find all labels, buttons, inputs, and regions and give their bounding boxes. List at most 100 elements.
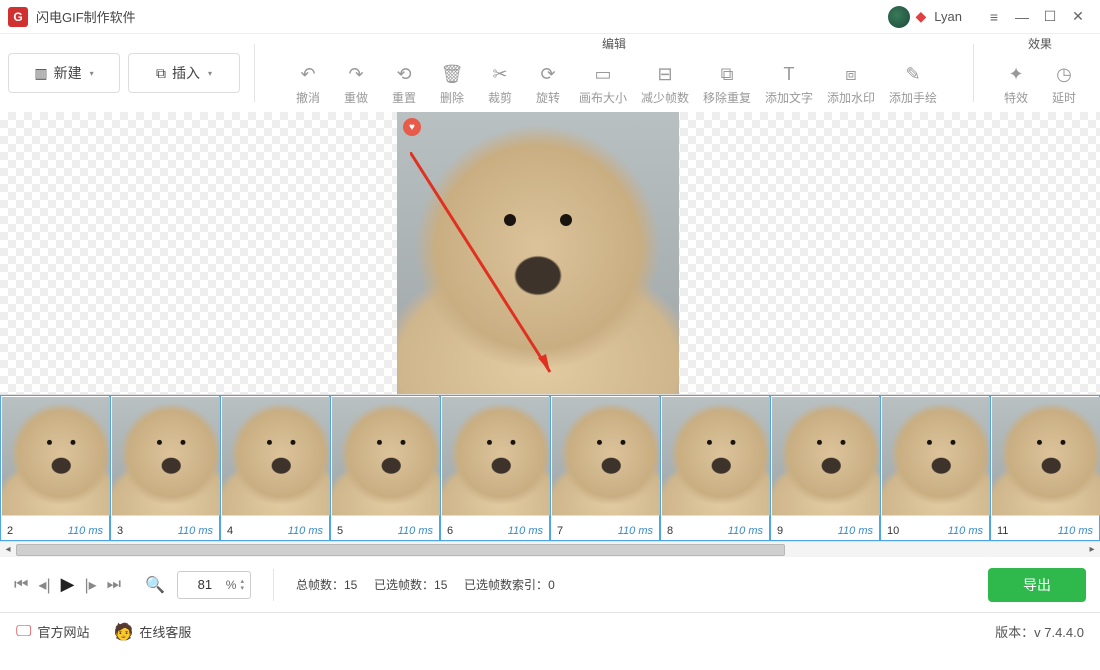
- frame-duration: 110 ms: [178, 525, 213, 537]
- frame-number: 6: [447, 525, 453, 537]
- addwatermark-tool[interactable]: ⧈添加水印: [820, 63, 882, 112]
- insert-icon: ⧉: [156, 65, 166, 82]
- titlebar: G 闪电GIF制作软件 ◆ Lyan ≡ — ☐ ✕: [0, 0, 1100, 34]
- frame-duration: 110 ms: [838, 525, 873, 537]
- sparkle-icon: ✦: [1008, 63, 1023, 85]
- chevron-down-icon: ▾: [208, 69, 212, 78]
- frame-duration: 110 ms: [288, 525, 323, 537]
- heart-badge-icon: ♥: [403, 118, 421, 136]
- frame-number: 2: [7, 525, 13, 537]
- zoom-spinner[interactable]: ▴▾: [240, 578, 244, 592]
- timeline-frame[interactable]: 9 110 ms: [770, 395, 880, 541]
- clock-icon: ◷: [1056, 63, 1072, 85]
- app-logo-icon: G: [8, 7, 28, 27]
- new-label: 新建: [54, 63, 82, 83]
- official-site-link[interactable]: 🖵 官方网站: [16, 622, 89, 641]
- timeline: 2110 ms3110 ms4110 ms5110 ms6110 ms7110 …: [0, 394, 1100, 556]
- zoom-percent: %: [226, 578, 237, 592]
- playback-controls: ⏮ ◂| ▶ |▸ ⏭: [14, 574, 121, 595]
- play-button[interactable]: ▶: [61, 574, 75, 595]
- pencil-icon: ✎: [905, 63, 920, 85]
- maximize-button[interactable]: ☐: [1036, 5, 1064, 29]
- rotate-tool[interactable]: ⟳旋转: [524, 63, 572, 112]
- timeline-scrollbar[interactable]: ◂ ▸: [0, 541, 1100, 557]
- addhandwrite-tool[interactable]: ✎添加手绘: [882, 63, 944, 112]
- frame-thumbnail: [332, 397, 438, 523]
- canvas-area[interactable]: ♥: [0, 112, 1100, 394]
- frame-duration: 110 ms: [398, 525, 433, 537]
- frame-number: 9: [777, 525, 783, 537]
- last-frame-button[interactable]: ⏭: [107, 576, 121, 594]
- preview-image: [397, 112, 679, 394]
- frame-number: 5: [337, 525, 343, 537]
- redo-tool[interactable]: ↷重做: [332, 63, 380, 112]
- controls-bar: ⏮ ◂| ▶ |▸ ⏭ 🔍 81 % ▴▾ 总帧数：15 已选帧数：15 已选帧…: [0, 556, 1100, 612]
- app-title: 闪电GIF制作软件: [36, 7, 136, 26]
- timeline-frame[interactable]: 6110 ms: [440, 395, 550, 541]
- timeline-frame[interactable]: 7 110 ms: [550, 395, 660, 541]
- reset-icon: ⟲: [396, 63, 411, 85]
- timeline-frame[interactable]: 8 110 ms: [660, 395, 770, 541]
- prev-frame-button[interactable]: ◂|: [38, 575, 50, 595]
- minimize-button[interactable]: —: [1008, 5, 1036, 29]
- scrollbar-thumb[interactable]: [16, 544, 785, 556]
- timeline-frame[interactable]: 11110 ms: [990, 395, 1100, 541]
- menu-button[interactable]: ≡: [980, 5, 1008, 29]
- new-icon: ▥: [34, 65, 47, 82]
- timeline-frame[interactable]: 4 110 ms: [220, 395, 330, 541]
- edit-section-title: 编辑: [602, 34, 626, 54]
- frame-duration: 110 ms: [618, 525, 653, 537]
- frame-thumbnail: [222, 397, 328, 523]
- effects-tool[interactable]: ✦特效: [992, 63, 1040, 112]
- insert-button[interactable]: ⧉ 插入 ▾: [128, 53, 240, 93]
- frame-duration: 110 ms: [728, 525, 763, 537]
- delay-tool[interactable]: ◷延时: [1040, 63, 1088, 112]
- frame-number: 4: [227, 525, 233, 537]
- reset-tool[interactable]: ⟲重置: [380, 63, 428, 112]
- undo-tool[interactable]: ↶撤消: [284, 63, 332, 112]
- addtext-tool[interactable]: T添加文字: [758, 63, 820, 112]
- frames-strip[interactable]: 2110 ms3110 ms4110 ms5110 ms6110 ms7110 …: [0, 395, 1100, 541]
- dedup-icon: ⧉: [721, 63, 734, 85]
- frame-duration: 110 ms: [948, 525, 983, 537]
- frame-number: 11: [997, 525, 1008, 537]
- reduceframes-tool[interactable]: ⊟减少帧数: [634, 63, 696, 112]
- zoom-value: 81: [184, 577, 226, 592]
- username-label[interactable]: Lyan: [934, 9, 962, 24]
- trash-icon: 🗑: [441, 63, 464, 85]
- frame-number: 8: [667, 525, 673, 537]
- delete-tool[interactable]: 🗑删除: [428, 63, 476, 112]
- crop-tool[interactable]: ✂裁剪: [476, 63, 524, 112]
- vip-icon[interactable]: ◆: [916, 8, 927, 25]
- canvas-icon: ▭: [594, 63, 611, 85]
- frame-duration: 110 ms: [68, 525, 103, 537]
- timeline-frame[interactable]: 3 110 ms: [110, 395, 220, 541]
- rotate-icon: ⟳: [540, 63, 555, 85]
- new-button[interactable]: ▥ 新建 ▾: [8, 53, 120, 93]
- zoom-input[interactable]: 81 % ▴▾: [177, 571, 251, 599]
- scroll-right-button[interactable]: ▸: [1084, 542, 1100, 558]
- user-avatar[interactable]: [888, 6, 910, 28]
- frame-thumbnail: [442, 397, 548, 523]
- timeline-frame[interactable]: 10110 ms: [880, 395, 990, 541]
- close-button[interactable]: ✕: [1064, 5, 1092, 29]
- scissors-icon: ✂: [492, 63, 507, 85]
- online-service-link[interactable]: 🧑 在线客服: [113, 622, 191, 642]
- stats-text: 总帧数：15 已选帧数：15 已选帧数索引：0: [296, 576, 555, 593]
- timeline-frame[interactable]: 5 110 ms: [330, 395, 440, 541]
- removedup-tool[interactable]: ⧉移除重复: [696, 63, 758, 112]
- frame-thumbnail: [772, 397, 878, 523]
- text-icon: T: [784, 63, 795, 85]
- canvassize-tool[interactable]: ▭画布大小: [572, 63, 634, 112]
- frame-number: 7: [557, 525, 563, 537]
- frame-number: 3: [117, 525, 123, 537]
- next-frame-button[interactable]: |▸: [84, 575, 96, 595]
- version-label: 版本：v 7.4.4.0: [995, 622, 1084, 641]
- first-frame-button[interactable]: ⏮: [14, 576, 28, 594]
- headset-icon: 🧑: [113, 622, 133, 642]
- timeline-frame[interactable]: 2 110 ms: [0, 395, 110, 541]
- scroll-left-button[interactable]: ◂: [0, 542, 16, 558]
- export-button[interactable]: 导出: [988, 568, 1086, 602]
- search-icon[interactable]: 🔍: [145, 575, 165, 595]
- frame-thumbnail: [112, 397, 218, 523]
